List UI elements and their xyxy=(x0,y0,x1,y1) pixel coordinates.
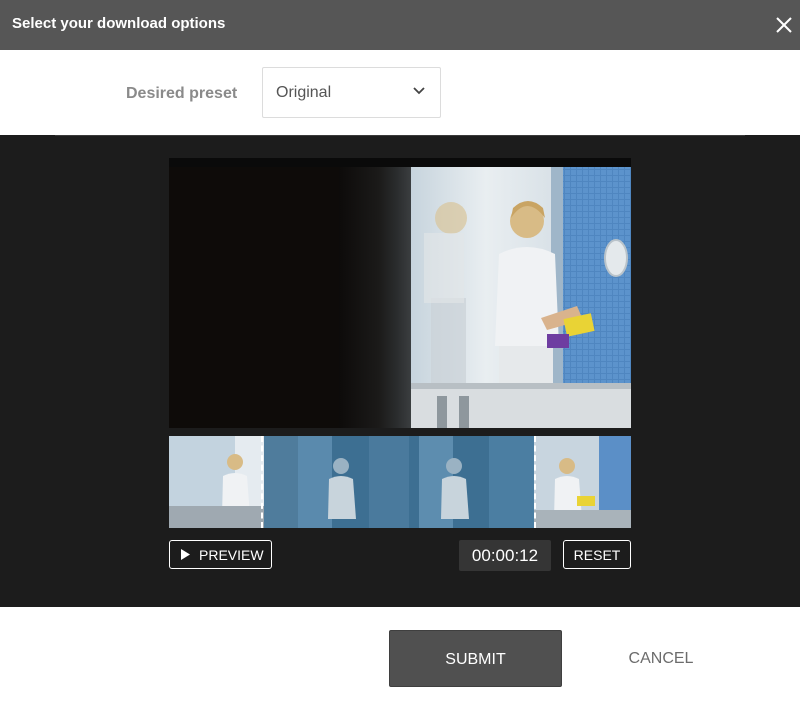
dialog-title: Select your download options xyxy=(12,15,226,32)
dialog-header: Select your download options xyxy=(0,0,800,50)
preset-row: Desired preset Original xyxy=(0,50,800,135)
timecode-display: 00:00:12 xyxy=(459,540,551,571)
divider xyxy=(55,135,745,136)
preview-label: PREVIEW xyxy=(199,547,264,563)
reset-button[interactable]: RESET xyxy=(563,540,631,569)
play-icon xyxy=(181,549,190,560)
close-button[interactable] xyxy=(772,13,796,37)
video-frame[interactable] xyxy=(169,158,631,428)
video-still xyxy=(169,158,631,428)
submit-label: SUBMIT xyxy=(445,651,506,668)
cancel-button[interactable]: CANCEL xyxy=(610,643,712,673)
trim-end-handle[interactable] xyxy=(534,436,536,528)
preset-select[interactable]: Original xyxy=(262,67,441,118)
chevron-down-icon xyxy=(413,87,425,95)
preview-button[interactable]: PREVIEW xyxy=(169,540,272,569)
dialog-footer: SUBMIT CANCEL xyxy=(0,607,800,708)
reset-label: RESET xyxy=(573,547,621,563)
preset-label: Desired preset xyxy=(126,85,238,102)
timeline-strip[interactable] xyxy=(169,436,631,528)
timeline-thumbnails xyxy=(169,436,631,528)
submit-button[interactable]: SUBMIT xyxy=(389,630,562,687)
close-icon xyxy=(776,17,792,33)
video-editor: PREVIEW 00:00:12 RESET xyxy=(0,135,800,607)
cancel-label: CANCEL xyxy=(628,650,694,667)
preset-selected-value: Original xyxy=(276,84,332,101)
trim-start-handle[interactable] xyxy=(261,436,263,528)
